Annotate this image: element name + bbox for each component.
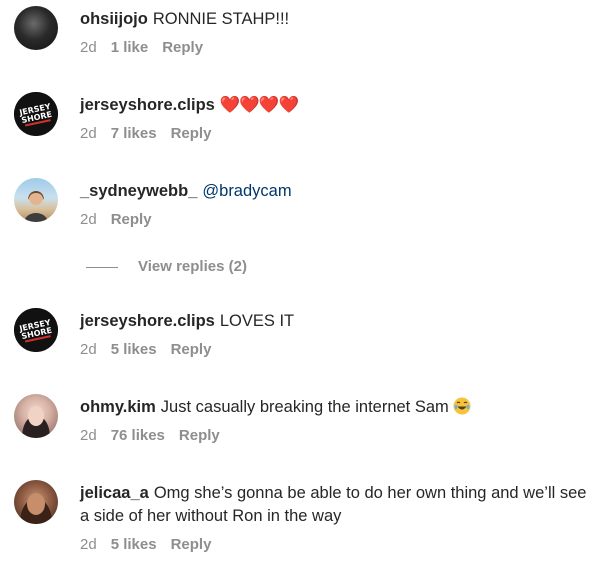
reply-button[interactable]: Reply bbox=[162, 39, 203, 56]
avatar[interactable]: JERSEY SHORE bbox=[14, 92, 58, 136]
likes-count[interactable]: 1 like bbox=[111, 39, 149, 56]
person-icon bbox=[22, 406, 50, 438]
reply-button[interactable]: Reply bbox=[111, 211, 152, 228]
comment-meta: 2d 5 likes Reply bbox=[80, 536, 587, 553]
divider bbox=[86, 266, 118, 268]
avatar[interactable]: JERSEY SHORE bbox=[14, 308, 58, 352]
view-replies-button[interactable]: View replies (2) bbox=[86, 258, 247, 275]
comment-text: jerseyshore.clips ❤️❤️❤️❤️ bbox=[80, 94, 587, 117]
comment-username[interactable]: ohmy.kim bbox=[80, 398, 156, 416]
reply-button[interactable]: Reply bbox=[179, 427, 220, 444]
likes-count[interactable]: 5 likes bbox=[111, 536, 157, 553]
reply-button[interactable]: Reply bbox=[171, 125, 212, 142]
view-replies-label: View replies (2) bbox=[138, 258, 247, 275]
jersey-shore-logo-icon: JERSEY SHORE bbox=[14, 92, 58, 136]
likes-count[interactable]: 7 likes bbox=[111, 125, 157, 142]
comment-username[interactable]: ohsiijojo bbox=[80, 10, 148, 28]
comment-text: ohsiijojo RONNIE STAHP!!! bbox=[80, 8, 587, 31]
comment-text: ohmy.kim Just casually breaking the inter… bbox=[80, 396, 587, 419]
comment-time: 2d bbox=[80, 39, 97, 56]
likes-count[interactable]: 76 likes bbox=[111, 427, 165, 444]
comment-body: LOVES IT bbox=[219, 312, 295, 330]
reply-button[interactable]: Reply bbox=[171, 341, 212, 358]
mention-link[interactable]: @bradycam bbox=[202, 182, 291, 200]
avatar[interactable] bbox=[14, 178, 58, 222]
comment-meta: 2d 7 likes Reply bbox=[80, 125, 587, 142]
laughing-emoji-icon bbox=[453, 397, 471, 415]
avatar[interactable] bbox=[14, 480, 58, 524]
comment-text: _sydneywebb_ @bradycam bbox=[80, 180, 587, 203]
comment-meta: 2d 1 like Reply bbox=[80, 39, 587, 56]
comment-time: 2d bbox=[80, 211, 97, 228]
hearts-emoji-icon: ❤️❤️❤️❤️ bbox=[219, 96, 299, 114]
comment-username[interactable]: jelicaa_a bbox=[80, 484, 149, 502]
comment-username[interactable]: jerseyshore.clips bbox=[80, 96, 215, 114]
comment-body: Just casually breaking the internet Sam bbox=[160, 398, 449, 416]
avatar[interactable] bbox=[14, 6, 58, 50]
comment-body: RONNIE STAHP!!! bbox=[152, 10, 290, 28]
comment-time: 2d bbox=[80, 341, 97, 358]
comment-username[interactable]: jerseyshore.clips bbox=[80, 312, 215, 330]
jersey-shore-logo-icon: JERSEY SHORE bbox=[14, 308, 58, 352]
comment-body: Omg she’s gonna be able to do her own th… bbox=[80, 484, 587, 525]
comment-username[interactable]: _sydneywebb_ bbox=[80, 182, 197, 200]
person-icon bbox=[24, 191, 48, 222]
comment-time: 2d bbox=[80, 427, 97, 444]
reply-button[interactable]: Reply bbox=[171, 536, 212, 553]
comment-meta: 2d 5 likes Reply bbox=[80, 341, 587, 358]
comment-text: jerseyshore.clips LOVES IT bbox=[80, 310, 587, 333]
comment-meta: 2d Reply bbox=[80, 211, 587, 228]
person-icon bbox=[20, 493, 52, 524]
comment-time: 2d bbox=[80, 536, 97, 553]
likes-count[interactable]: 5 likes bbox=[111, 341, 157, 358]
comment-text: jelicaa_a Omg she’s gonna be able to do h… bbox=[80, 482, 587, 528]
comment-meta: 2d 76 likes Reply bbox=[80, 427, 587, 444]
comment-time: 2d bbox=[80, 125, 97, 142]
avatar[interactable] bbox=[14, 394, 58, 438]
